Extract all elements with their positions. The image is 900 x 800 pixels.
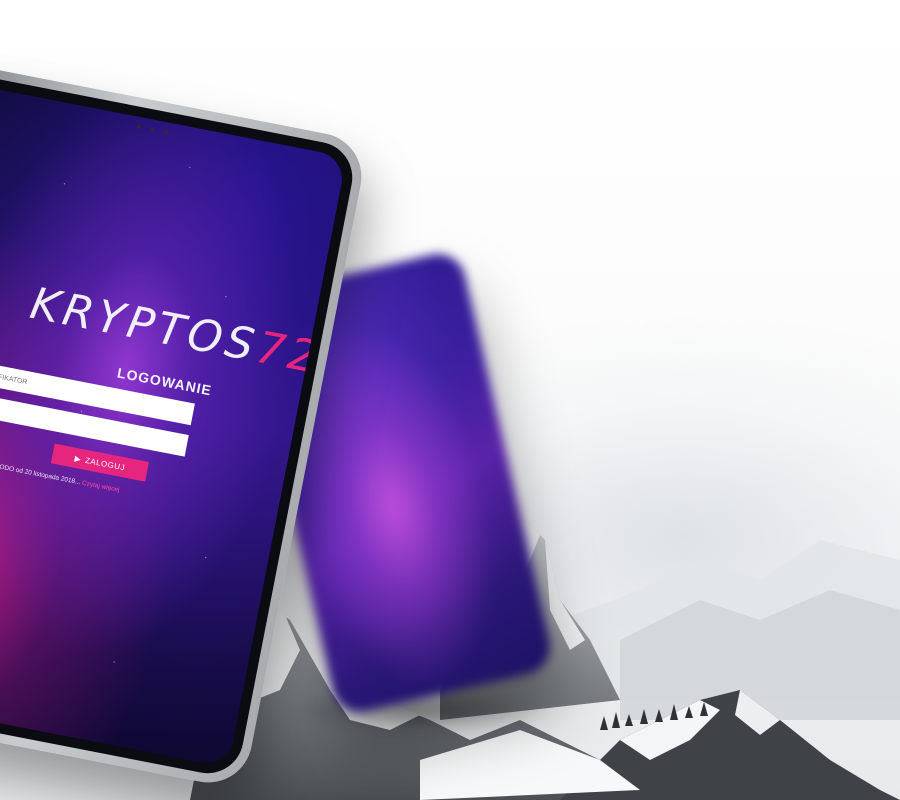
login-button-label: ZALOGUJ xyxy=(84,455,126,472)
play-triangle-icon: ▶ xyxy=(73,453,83,464)
logo-accent: 72 xyxy=(252,321,325,385)
